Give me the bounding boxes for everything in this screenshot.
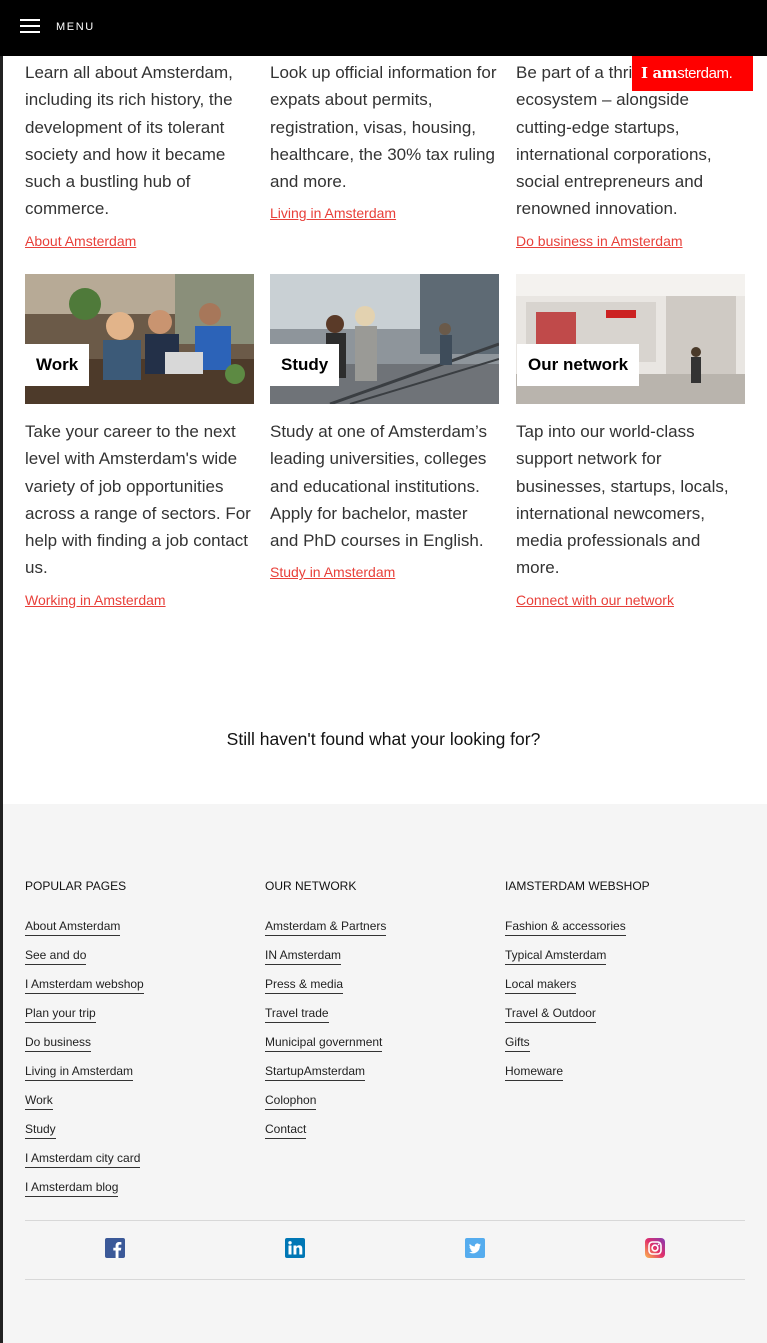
tile-title: Study	[270, 344, 340, 386]
footer-link[interactable]: Travel trade	[265, 1006, 386, 1035]
footer-link[interactable]: StartupAmsterdam	[265, 1064, 386, 1093]
logo-text-rest: sterdam.	[677, 65, 733, 82]
footer-link[interactable]: I Amsterdam city card	[25, 1151, 144, 1180]
footer-link[interactable]: Travel & Outdoor	[505, 1006, 650, 1035]
footer-popular-pages: POPULAR PAGES About Amsterdam See and do…	[25, 879, 144, 1209]
footer-link[interactable]: About Amsterdam	[25, 919, 144, 948]
card-about: Learn all about Amsterdam, including its…	[25, 59, 254, 249]
footer-link[interactable]: See and do	[25, 948, 144, 977]
study-image-tile[interactable]: Study	[270, 274, 499, 404]
footer-link[interactable]: Amsterdam & Partners	[265, 919, 387, 948]
logo-text-bold: I am	[641, 64, 678, 82]
footer-link[interactable]: Municipal government	[265, 1035, 386, 1064]
card-description: Learn all about Amsterdam, including its…	[25, 63, 233, 219]
card-description: Take your career to the next level with …	[25, 422, 251, 578]
hamburger-menu-icon[interactable]	[20, 19, 40, 33]
footer-link[interactable]: Contact	[265, 1122, 386, 1151]
card-description: Study at one of Amsterdam’s leading univ…	[270, 422, 488, 551]
card-living: Look up official information for expats …	[270, 59, 499, 221]
left-edge-strip	[0, 0, 3, 1343]
footer-our-network: OUR NETWORK Amsterdam & Partners IN Amst…	[265, 879, 387, 1151]
footer-link[interactable]: Living in Amsterdam	[25, 1064, 144, 1093]
footer-divider	[25, 1220, 745, 1221]
living-in-amsterdam-link[interactable]: Living in Amsterdam	[270, 205, 499, 221]
footer-link[interactable]: Homeware	[505, 1064, 650, 1093]
footer-link[interactable]: Local makers	[505, 977, 650, 1006]
connect-network-link[interactable]: Connect with our network	[516, 592, 745, 608]
card-work: Take your career to the next level with …	[25, 418, 254, 608]
card-description: Look up official information for expats …	[270, 63, 497, 192]
footer-link[interactable]: Gifts	[505, 1035, 650, 1064]
work-image-tile[interactable]: Work	[25, 274, 254, 404]
card-description: Tap into our world-class support network…	[516, 422, 729, 578]
card-study: Study at one of Amsterdam’s leading univ…	[270, 418, 499, 580]
footer-link[interactable]: Press & media	[265, 977, 386, 1006]
top-bar: MENU	[0, 0, 767, 56]
still-not-found-heading: Still haven't found what your looking fo…	[226, 729, 541, 749]
footer-link[interactable]: IN Amsterdam	[265, 948, 386, 977]
footer-link[interactable]: Do business	[25, 1035, 144, 1064]
network-image-tile[interactable]: Our network	[516, 274, 745, 404]
tile-title: Our network	[517, 344, 640, 386]
footer-webshop: IAMSTERDAM WEBSHOP Fashion & accessories…	[505, 879, 650, 1093]
about-amsterdam-link[interactable]: About Amsterdam	[25, 233, 254, 249]
footer-link[interactable]: Work	[25, 1093, 144, 1122]
footer-heading: OUR NETWORK	[265, 879, 357, 893]
twitter-icon[interactable]	[465, 1238, 485, 1258]
linkedin-icon[interactable]	[285, 1238, 305, 1258]
footer-link[interactable]: Study	[25, 1122, 144, 1151]
footer-link[interactable]: Typical Amsterdam	[505, 948, 650, 977]
footer-divider	[25, 1279, 745, 1280]
instagram-icon[interactable]	[645, 1238, 665, 1258]
footer-link[interactable]: Fashion & accessories	[505, 919, 650, 948]
footer-link[interactable]: I Amsterdam blog	[25, 1180, 144, 1209]
tile-title: Work	[25, 344, 90, 386]
facebook-icon[interactable]	[105, 1238, 125, 1258]
footer-heading: POPULAR PAGES	[25, 879, 127, 893]
working-in-amsterdam-link[interactable]: Working in Amsterdam	[25, 592, 254, 608]
footer: POPULAR PAGES About Amsterdam See and do…	[0, 804, 767, 1343]
do-business-link[interactable]: Do business in Amsterdam	[516, 233, 745, 249]
footer-link[interactable]: Plan your trip	[25, 1006, 144, 1035]
footer-heading: IAMSTERDAM WEBSHOP	[505, 879, 650, 893]
menu-label[interactable]: MENU	[56, 21, 95, 33]
footer-link[interactable]: Colophon	[265, 1093, 386, 1122]
footer-link[interactable]: I Amsterdam webshop	[25, 977, 144, 1006]
study-in-amsterdam-link[interactable]: Study in Amsterdam	[270, 564, 499, 580]
card-network: Tap into our world-class support network…	[516, 418, 745, 608]
iamsterdam-logo[interactable]: I amsterdam.	[632, 56, 753, 91]
